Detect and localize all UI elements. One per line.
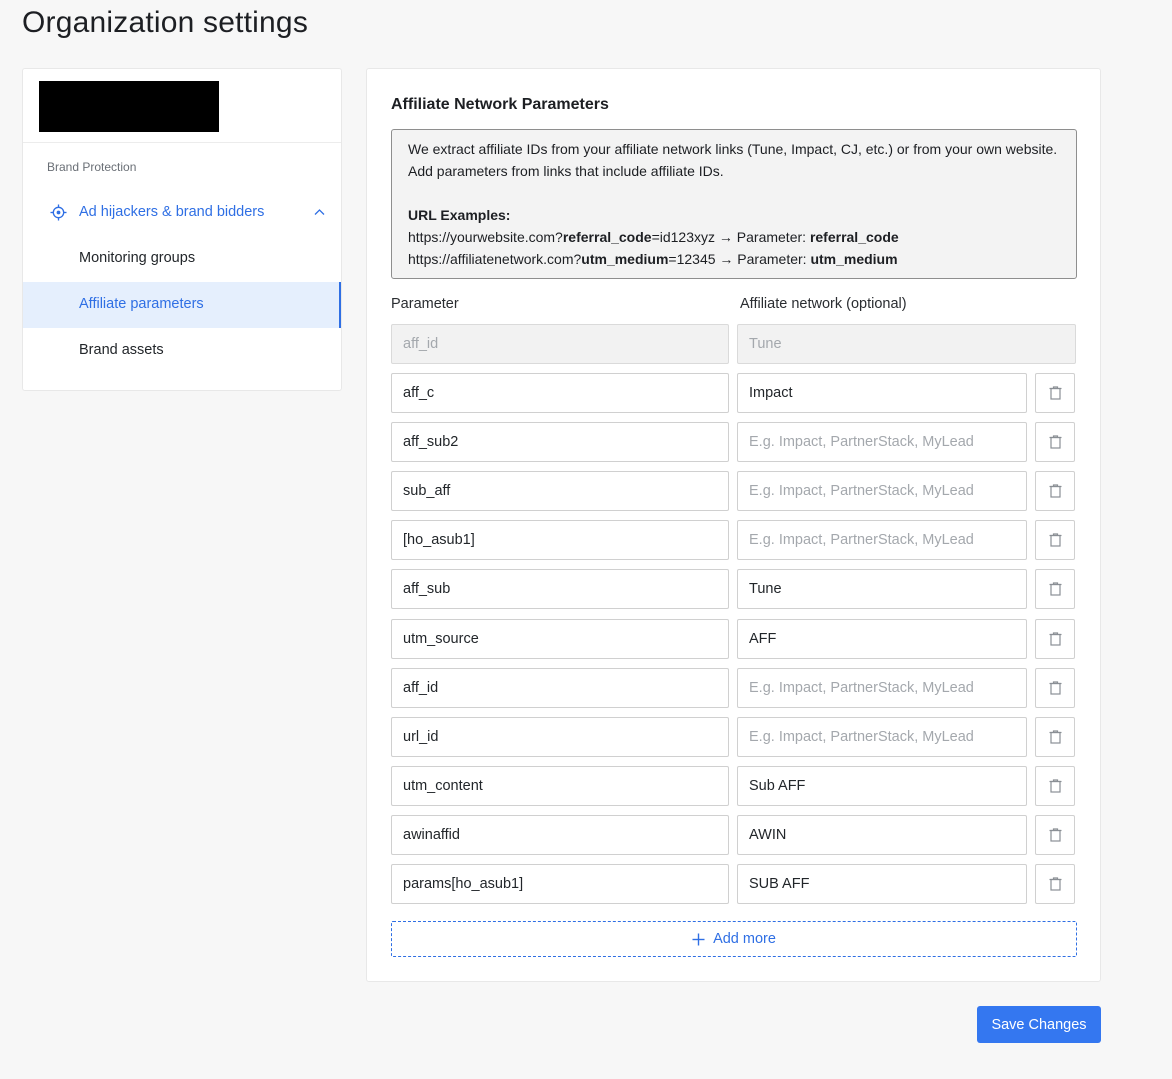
trash-icon bbox=[1049, 533, 1061, 547]
parameter-row bbox=[391, 422, 1077, 464]
trash-icon bbox=[1049, 828, 1061, 842]
delete-row-button[interactable] bbox=[1035, 864, 1075, 904]
parameter-row bbox=[391, 618, 1077, 661]
network-input[interactable] bbox=[737, 814, 1027, 855]
parameter-row bbox=[391, 569, 1077, 611]
parameter-row bbox=[391, 716, 1077, 759]
trash-icon bbox=[1049, 582, 1061, 596]
trash-icon bbox=[1049, 680, 1061, 695]
delete-row-button[interactable] bbox=[1035, 520, 1075, 561]
network-input bbox=[737, 324, 1076, 364]
trash-icon bbox=[1049, 435, 1061, 449]
network-input[interactable] bbox=[737, 618, 1027, 659]
parameter-input[interactable] bbox=[391, 765, 729, 806]
sidebar-item-affiliate-parameters[interactable]: Affiliate parameters bbox=[23, 282, 341, 328]
delete-row-button[interactable] bbox=[1035, 471, 1075, 512]
delete-row-button[interactable] bbox=[1035, 814, 1075, 855]
network-input[interactable] bbox=[737, 716, 1027, 757]
url-example-1: https://yourwebsite.com?referral_code=id… bbox=[408, 229, 899, 245]
sidebar-item-label: Monitoring groups bbox=[79, 250, 196, 266]
sidebar-item-brand-assets[interactable]: Brand assets bbox=[23, 328, 341, 374]
organization-logo bbox=[39, 81, 219, 132]
sidebar-section-label: Brand Protection bbox=[47, 160, 137, 174]
parameter-input[interactable] bbox=[391, 667, 729, 708]
column-header-network: Affiliate network (optional) bbox=[740, 296, 907, 312]
network-input[interactable] bbox=[737, 569, 1027, 610]
delete-row-button[interactable] bbox=[1035, 716, 1075, 757]
add-more-label: Add more bbox=[713, 931, 776, 947]
sidebar-item-monitoring-groups[interactable]: Monitoring groups bbox=[23, 236, 341, 282]
parameter-input[interactable] bbox=[391, 618, 729, 659]
trash-icon bbox=[1049, 631, 1061, 646]
delete-row-button[interactable] bbox=[1035, 569, 1075, 610]
trash-icon bbox=[1049, 484, 1061, 498]
parameter-input[interactable] bbox=[391, 716, 729, 757]
parameter-row bbox=[391, 667, 1077, 710]
sidebar-item-ad-hijackers[interactable]: Ad hijackers & brand bidders bbox=[23, 195, 341, 229]
network-input[interactable] bbox=[737, 520, 1027, 561]
default-parameter-row bbox=[391, 324, 1077, 366]
delete-row-button[interactable] bbox=[1035, 667, 1075, 708]
parameter-input[interactable] bbox=[391, 814, 729, 855]
sidebar-item-label: Affiliate parameters bbox=[79, 296, 204, 312]
trash-icon bbox=[1049, 386, 1061, 400]
parameter-row bbox=[391, 814, 1077, 857]
network-input[interactable] bbox=[737, 765, 1027, 806]
sidebar-divider bbox=[23, 142, 341, 143]
parameter-input[interactable] bbox=[391, 569, 729, 610]
column-header-parameter: Parameter bbox=[391, 296, 459, 312]
parameter-row bbox=[391, 765, 1077, 808]
network-input[interactable] bbox=[737, 422, 1027, 463]
trash-icon bbox=[1049, 730, 1061, 744]
network-input[interactable] bbox=[737, 373, 1027, 413]
parameter-input[interactable] bbox=[391, 373, 729, 413]
sidebar-item-label: Brand assets bbox=[79, 342, 164, 358]
parameter-input[interactable] bbox=[391, 471, 729, 512]
parameter-row bbox=[391, 864, 1077, 906]
parameter-input bbox=[391, 324, 729, 364]
parameter-input[interactable] bbox=[391, 520, 729, 561]
affiliate-parameters-card: Affiliate Network Parameters We extract … bbox=[366, 68, 1101, 982]
trash-icon bbox=[1049, 877, 1061, 891]
settings-sidebar: Brand Protection Ad hijackers & brand bi… bbox=[22, 68, 342, 391]
target-icon bbox=[50, 204, 67, 221]
delete-row-button[interactable] bbox=[1035, 373, 1075, 413]
sidebar-item-label: Ad hijackers & brand bidders bbox=[79, 204, 265, 220]
parameter-input[interactable] bbox=[391, 422, 729, 463]
chevron-up-icon[interactable] bbox=[314, 208, 325, 216]
trash-icon bbox=[1049, 779, 1061, 793]
delete-row-button[interactable] bbox=[1035, 765, 1075, 806]
examples-heading: URL Examples: bbox=[408, 207, 511, 223]
network-input[interactable] bbox=[737, 471, 1027, 512]
add-more-button[interactable]: Add more bbox=[391, 921, 1077, 957]
network-input[interactable] bbox=[737, 864, 1027, 904]
card-title: Affiliate Network Parameters bbox=[391, 96, 609, 113]
save-changes-button[interactable]: Save Changes bbox=[977, 1006, 1101, 1043]
page-title: Organization settings bbox=[22, 6, 309, 39]
plus-icon bbox=[692, 933, 705, 945]
parameter-input[interactable] bbox=[391, 864, 729, 904]
url-example-2: https://affiliatenetwork.com?utm_medium=… bbox=[408, 251, 898, 267]
info-box: We extract affiliate IDs from your affil… bbox=[391, 129, 1077, 279]
delete-row-button[interactable] bbox=[1035, 618, 1075, 659]
parameter-row bbox=[391, 471, 1077, 513]
parameter-row bbox=[391, 520, 1077, 562]
delete-row-button[interactable] bbox=[1035, 422, 1075, 463]
parameter-row bbox=[391, 373, 1077, 415]
info-intro: We extract affiliate IDs from your affil… bbox=[408, 141, 1058, 179]
network-input[interactable] bbox=[737, 667, 1027, 708]
